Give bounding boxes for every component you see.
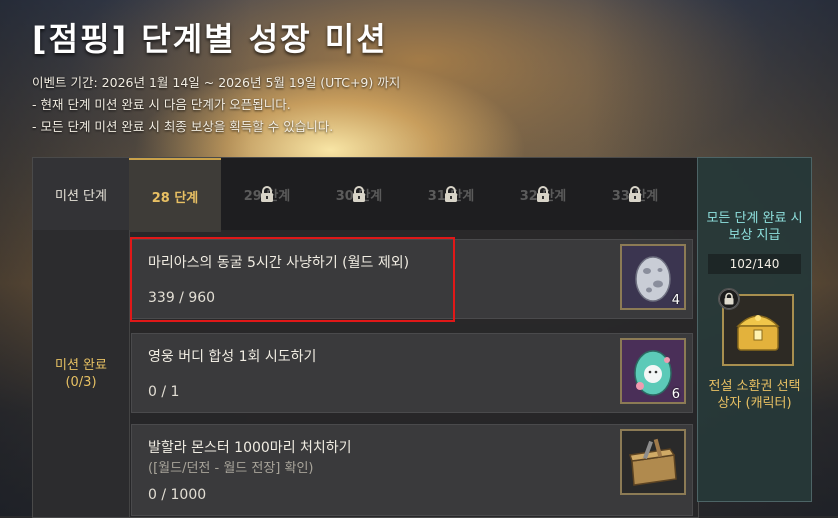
mission-hint: ([월드/던전 - 월드 전장] 확인) (148, 461, 314, 476)
reward-slot[interactable]: 6 (620, 338, 686, 404)
stage-section-label: 미션 단계 (33, 158, 130, 230)
reward-count: 4 (671, 293, 680, 308)
event-period: 이벤트 기간: 2026년 1월 14일 ~ 2026년 5월 19일 (UTC… (32, 75, 401, 90)
final-reward-title-line1: 모든 단계 완료 시 (706, 211, 803, 226)
mission-progress: 0 / 1000 (148, 487, 207, 503)
completion-count: (0/3) (65, 374, 97, 390)
tab-stage-31[interactable]: 31 단계 (405, 158, 497, 230)
mission-name: 발할라 몬스터 1000마리 처치하기 (148, 440, 352, 456)
final-reward-name-line2: 상자 (캐릭터) (717, 396, 792, 411)
mission-panel: 미션 단계 28 단계 29 단계 30 단계 31 단계 32 단계 33 단… (32, 157, 699, 518)
lock-icon (261, 186, 273, 202)
event-header: [점핑] 단계별 성장 미션 이벤트 기간: 2026년 1월 14일 ~ 20… (32, 14, 400, 135)
mission-completion-status: 미션 완료 (0/3) (33, 230, 130, 517)
reward-slot[interactable]: 4 (620, 244, 686, 310)
event-note-1: - 현재 단계 미션 완료 시 다음 단계가 오픈됩니다. (32, 97, 291, 112)
reward-count: 6 (671, 387, 680, 402)
mission-progress: 0 / 1 (148, 384, 180, 400)
stage-tab-bar: 미션 단계 28 단계 29 단계 30 단계 31 단계 32 단계 33 단… (33, 158, 698, 232)
toolbox-icon (622, 431, 684, 493)
tab-label: 28 단계 (151, 190, 199, 206)
final-reward-name: 전설 소환권 선택 상자 (캐릭터) (698, 378, 811, 412)
highlight-box (130, 237, 455, 322)
mission-row[interactable]: 영웅 버디 합성 1회 시도하기 0 / 1 6 (131, 333, 693, 413)
final-reward-name-line1: 전설 소환권 선택 (708, 379, 801, 394)
lock-icon (537, 186, 549, 202)
final-reward-title: 모든 단계 완료 시 보상 지급 (698, 210, 811, 244)
tab-stage-33[interactable]: 33 단계 (589, 158, 681, 230)
lock-icon (445, 186, 457, 202)
mission-row[interactable]: 발할라 몬스터 1000마리 처치하기 ([월드/던전 - 월드 전장] 확인)… (131, 424, 693, 516)
lock-icon (629, 186, 641, 202)
mission-name: 영웅 버디 합성 1회 시도하기 (148, 349, 317, 365)
lock-icon (353, 186, 365, 202)
event-note-2: - 모든 단계 미션 완료 시 최종 보상을 획득할 수 있습니다. (32, 119, 334, 134)
final-reward-panel: 모든 단계 완료 시 보상 지급 102/140 전설 소환권 선택 상자 (캐… (697, 157, 812, 502)
tab-stage-30[interactable]: 30 단계 (313, 158, 405, 230)
tab-stage-28[interactable]: 28 단계 (129, 158, 221, 232)
tab-stage-32[interactable]: 32 단계 (497, 158, 589, 230)
reward-slot[interactable] (620, 429, 686, 495)
final-reward-count: 102/140 (708, 254, 801, 274)
page-title: [점핑] 단계별 성장 미션 (32, 20, 388, 58)
completion-label: 미션 완료 (55, 357, 107, 373)
tab-stage-29[interactable]: 29 단계 (221, 158, 313, 230)
lock-icon (718, 288, 740, 310)
final-reward-title-line2: 보상 지급 (728, 228, 781, 243)
